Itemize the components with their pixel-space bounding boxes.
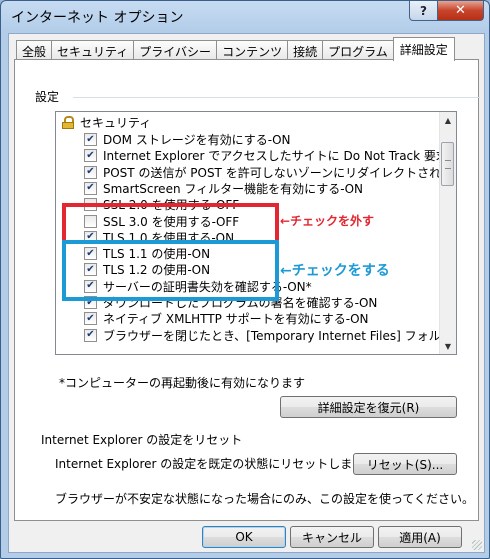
help-button[interactable]: ?	[409, 1, 438, 21]
checkmark-icon: ✔	[86, 133, 95, 145]
checkmark-icon: ✔	[86, 149, 95, 161]
setting-label: ネイティブ XMLHTTP サポートを有効にする-ON	[103, 312, 369, 327]
annotation-uncheck: ←チェックを外す	[280, 214, 375, 228]
tab-privacy[interactable]: プライバシー	[133, 40, 218, 61]
restore-advanced-settings-button[interactable]: 詳細設定を復元(R)	[280, 396, 457, 418]
highlight-box-check	[62, 240, 279, 301]
restart-footnote: *コンピューターの再起動後に有効になります	[59, 376, 306, 390]
checkmark-icon: ✔	[86, 166, 95, 178]
category-security: セキュリティ	[62, 114, 151, 131]
setting-row[interactable]: ✔ DOM ストレージを有効にする-ON	[56, 131, 291, 148]
setting-label: ブラウザーを閉じたとき、[Temporary Internet Files] フ…	[103, 328, 457, 343]
cancel-button[interactable]: キャンセル	[290, 526, 374, 548]
setting-row[interactable]: ✔ SmartScreen フィルター機能を有効にする-ON	[56, 180, 363, 197]
apply-button[interactable]: 適用(A)	[378, 526, 462, 548]
category-label: セキュリティ	[80, 116, 152, 130]
window-title: インターネット オプション	[11, 10, 184, 26]
resize-grip-icon[interactable]	[472, 540, 482, 550]
setting-label: Internet Explorer でアクセスしたサイトに Do Not Tra…	[103, 149, 457, 164]
setting-label: POST の送信が POST を許可しないゾーンにリダイレクトされた場合に	[103, 165, 457, 180]
tab-general[interactable]: 全般	[16, 40, 53, 61]
scroll-up-arrow-icon[interactable]: ▲	[440, 112, 456, 128]
setting-label: DOM ストレージを有効にする-ON	[103, 133, 291, 147]
tab-security[interactable]: セキュリティ	[51, 40, 135, 61]
reset-section-title: Internet Explorer の設定をリセット	[41, 433, 243, 447]
annotation-check: ←チェックをする	[280, 263, 390, 279]
tab-advanced[interactable]: 詳細設定	[392, 37, 455, 61]
scroll-down-arrow-icon[interactable]: ▼	[440, 338, 456, 354]
reset-button[interactable]: リセット(S)...	[353, 453, 457, 475]
tab-programs[interactable]: プログラム	[322, 40, 394, 61]
tab-connections[interactable]: 接続	[287, 40, 324, 61]
close-button[interactable]: ✕	[437, 1, 484, 21]
highlight-box-uncheck	[62, 203, 279, 244]
scroll-thumb[interactable]	[441, 142, 454, 186]
advanced-tab-panel: 設定 セキュリティ ✔ DOM ストレージを有効にする-ON ✔ Internet E…	[14, 59, 480, 521]
checkbox-checked[interactable]: ✔	[84, 312, 97, 326]
group-divider	[73, 97, 480, 98]
reset-description: Internet Explorer の設定を既定の状態にリセットします。	[55, 457, 376, 471]
checkbox-checked[interactable]: ✔	[84, 149, 97, 163]
checkmark-icon: ✔	[86, 329, 95, 341]
vertical-scrollbar[interactable]: ▲ ▼	[439, 112, 456, 354]
checkbox-checked[interactable]: ✔	[84, 133, 97, 146]
lock-icon	[62, 116, 74, 129]
checkmark-icon: ✔	[86, 312, 95, 324]
dialog-client-area: 全般 セキュリティ プライバシー コンテンツ 接続 プログラム 詳細設定 設定 …	[8, 33, 485, 553]
setting-row[interactable]: ✔ POST の送信が POST を許可しないゾーンにリダイレクトされた場合に	[56, 164, 457, 181]
setting-row[interactable]: ✔ ネイティブ XMLHTTP サポートを有効にする-ON	[56, 310, 369, 327]
ok-button[interactable]: OK	[202, 526, 286, 548]
internet-options-window: インターネット オプション ? ✕ 全般 セキュリティ プライバシー コンテンツ…	[0, 0, 490, 559]
tab-strip: 全般 セキュリティ プライバシー コンテンツ 接続 プログラム 詳細設定	[16, 37, 455, 61]
checkbox-checked[interactable]: ✔	[84, 328, 97, 342]
reset-warning-note: ブラウザーが不安定な状態になった場合にのみ、この設定を使ってください。	[55, 492, 475, 506]
checkbox-checked[interactable]: ✔	[84, 181, 97, 195]
checkmark-icon: ✔	[86, 182, 95, 194]
setting-label: SmartScreen フィルター機能を有効にする-ON	[103, 181, 364, 196]
settings-group-label: 設定	[35, 90, 60, 104]
title-bar[interactable]: インターネット オプション ? ✕	[1, 1, 489, 31]
tab-content[interactable]: コンテンツ	[216, 40, 289, 61]
setting-row[interactable]: ✔ ブラウザーを閉じたとき、[Temporary Internet Files] …	[56, 327, 457, 344]
setting-row[interactable]: ✔ Internet Explorer でアクセスしたサイトに Do Not Tr…	[56, 147, 457, 164]
checkbox-checked[interactable]: ✔	[84, 165, 97, 179]
